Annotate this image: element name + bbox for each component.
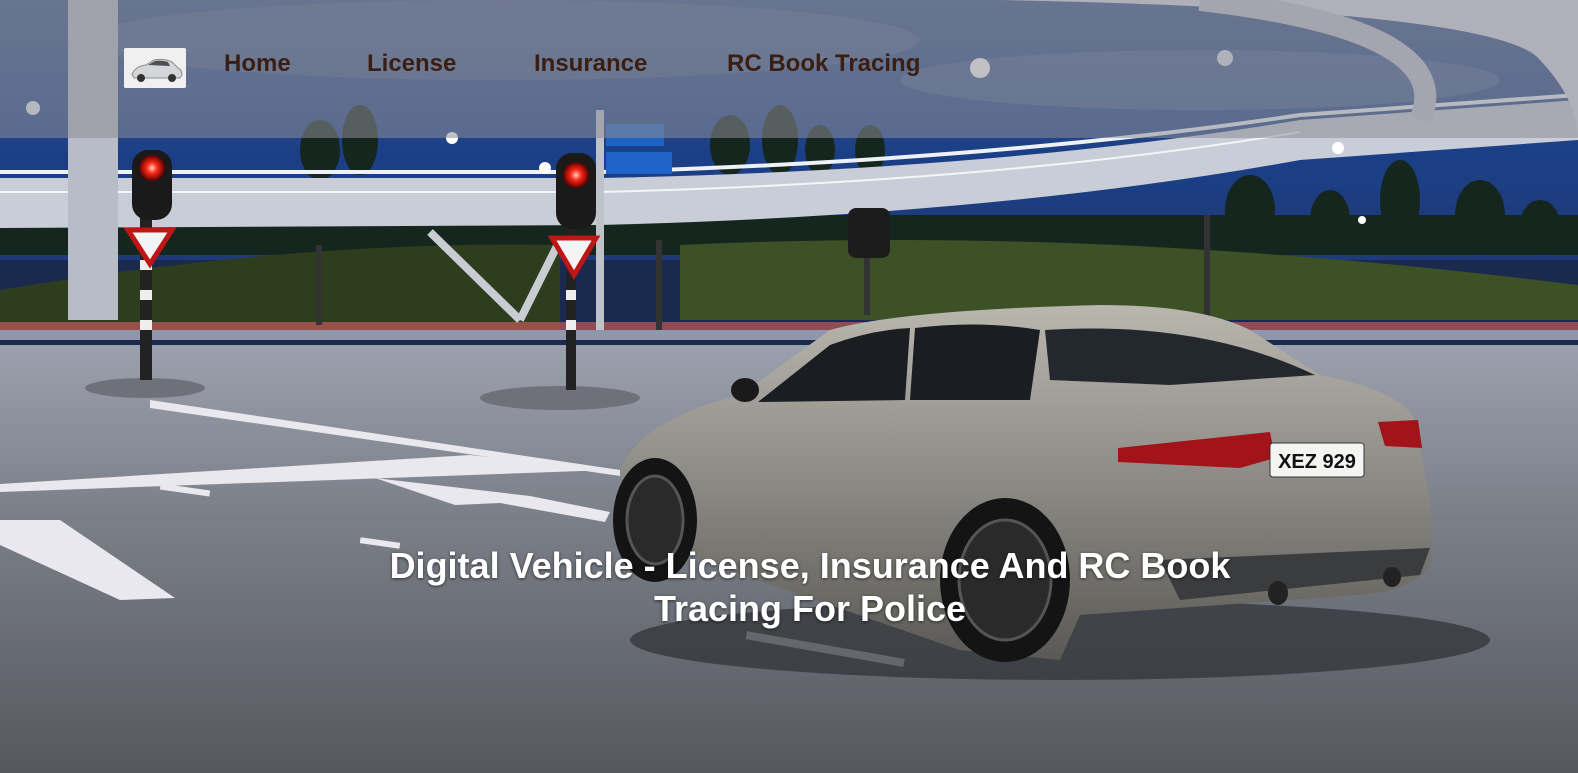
hero-title-line-2: Tracing For Police <box>653 588 967 629</box>
svg-text:XEZ 929: XEZ 929 <box>1278 451 1356 473</box>
nav-link-home[interactable]: Home <box>224 50 291 78</box>
nav-link-license[interactable]: License <box>367 50 456 78</box>
nav-link-rc-book-tracing[interactable]: RC Book Tracing <box>727 50 920 78</box>
hero-title: Digital Vehicle - License, Insurance And… <box>340 544 1280 630</box>
hero-title-line-1: Digital Vehicle - License, Insurance And… <box>389 545 1231 586</box>
nav-link-insurance[interactable]: Insurance <box>534 50 647 78</box>
car-logo-icon <box>124 48 186 88</box>
top-navigation-bar: Home License Insurance RC Book Tracing <box>0 0 1578 138</box>
site-logo[interactable] <box>124 48 186 88</box>
